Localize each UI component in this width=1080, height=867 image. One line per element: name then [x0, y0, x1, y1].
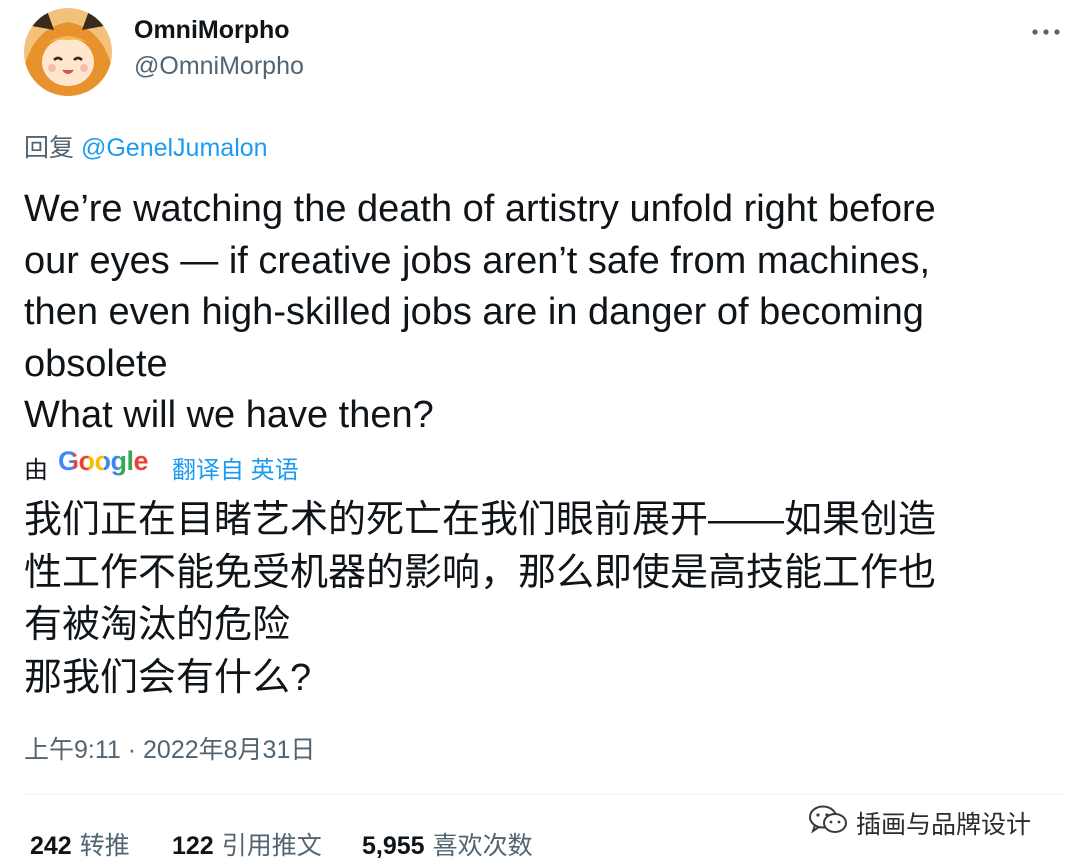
avatar[interactable] [24, 8, 112, 96]
reply-mention-link[interactable]: @GenelJumalon [81, 134, 268, 162]
retweets-count: 242 [30, 832, 72, 860]
author-display-name[interactable]: OmniMorpho [134, 16, 290, 45]
author-handle[interactable]: @OmniMorpho [134, 52, 304, 81]
likes-count: 5,955 [362, 832, 425, 860]
quotes-count: 122 [172, 832, 214, 860]
translated-text-line: 我们正在目睹艺术的死亡在我们眼前展开——如果创造 [24, 499, 937, 541]
likes-stat[interactable]: 5,955 喜欢次数 [362, 826, 533, 862]
tweet-text-line: obsolete [24, 342, 168, 385]
reply-context: 回复 @GenelJumalon [24, 128, 268, 164]
tweet-text-line: then even high-skilled jobs are in dange… [24, 291, 924, 333]
retweets-stat[interactable]: 242 转推 [30, 826, 130, 862]
google-logo-text: Google [58, 446, 149, 476]
tweet-text-line: What will we have then? [24, 394, 434, 436]
reply-prefix: 回复 [24, 134, 75, 162]
wechat-icon [809, 805, 847, 834]
tweet-text: We’re watching the death of artistry unf… [24, 184, 1064, 442]
translated-text-line: 有被淘汰的危险 [24, 604, 291, 646]
translated-text-line: 性工作不能免受机器的影响，那么即使是高技能工作也 [24, 551, 937, 594]
more-horizontal-icon[interactable] [1028, 18, 1064, 46]
divider [24, 794, 1064, 795]
translated-text: 我们正在目睹艺术的死亡在我们眼前展开——如果创造 性工作不能免受机器的影响，那么… [24, 494, 1064, 704]
tweet-timestamp[interactable]: 上午9:11 · 2022年8月31日 [24, 730, 315, 766]
retweets-label: 转推 [79, 832, 130, 860]
translated-from-link[interactable]: 翻译自 英语 [172, 450, 299, 485]
quotes-label: 引用推文 [221, 832, 322, 860]
translation-by-label: 由 [24, 457, 48, 484]
quotes-stat[interactable]: 122 引用推文 [172, 826, 322, 862]
translated-text-line: 那我们会有什么? [24, 656, 312, 699]
tweet-text-line: our eyes — if creative jobs aren’t safe … [24, 239, 931, 282]
watermark-text: 插画与品牌设计 [856, 811, 1032, 839]
likes-label: 喜欢次数 [432, 832, 533, 860]
tweet-text-line: We’re watching the death of artistry unf… [24, 188, 936, 230]
tweet-header: OmniMorpho @OmniMorpho [24, 8, 1064, 96]
google-logo: Google [58, 446, 149, 477]
